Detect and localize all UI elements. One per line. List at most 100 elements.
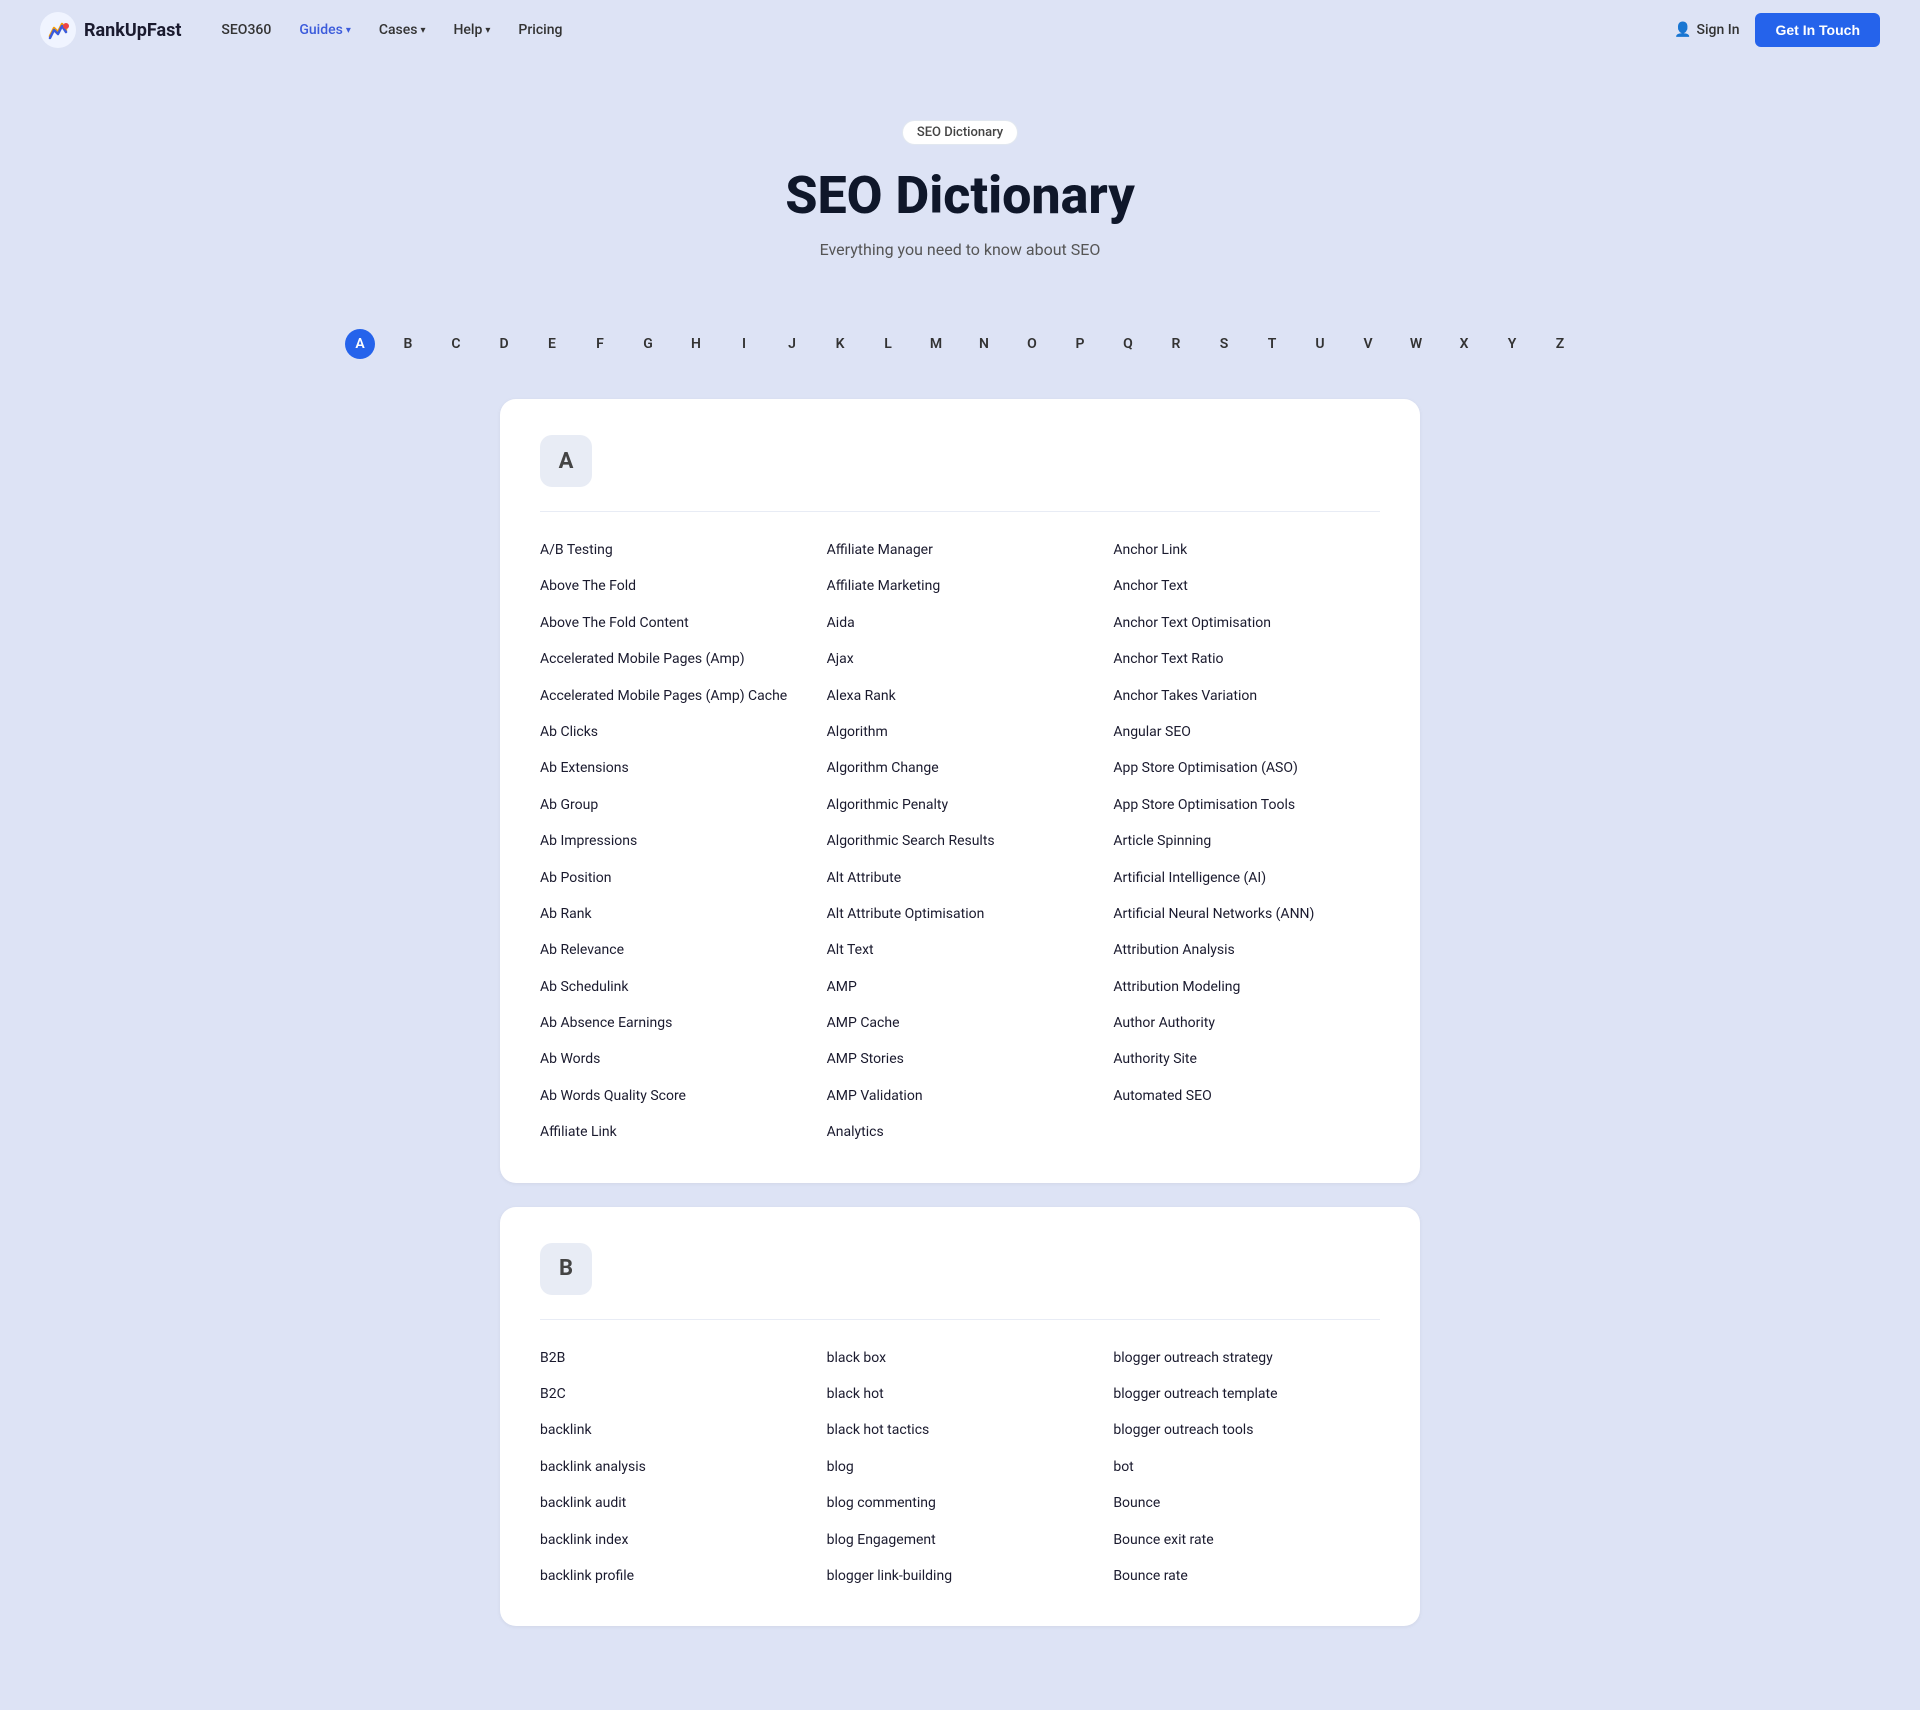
term-link[interactable]: B2C: [540, 1380, 807, 1408]
term-link[interactable]: Affiliate Manager: [827, 536, 1094, 564]
term-link[interactable]: Angular SEO: [1113, 718, 1380, 746]
alpha-letter-o[interactable]: O: [1017, 329, 1047, 359]
alpha-letter-m[interactable]: M: [921, 329, 951, 359]
term-link[interactable]: blogger outreach tools: [1113, 1416, 1380, 1444]
alpha-letter-n[interactable]: N: [969, 329, 999, 359]
term-link[interactable]: Bounce exit rate: [1113, 1526, 1380, 1554]
get-in-touch-button[interactable]: Get In Touch: [1755, 13, 1880, 47]
term-link[interactable]: Algorithm: [827, 718, 1094, 746]
term-link[interactable]: blogger outreach strategy: [1113, 1344, 1380, 1372]
term-link[interactable]: black hot tactics: [827, 1416, 1094, 1444]
nav-seo360[interactable]: SEO360: [221, 22, 271, 38]
term-link[interactable]: Ab Absence Earnings: [540, 1009, 807, 1037]
term-link[interactable]: A/B Testing: [540, 536, 807, 564]
term-link[interactable]: Anchor Text: [1113, 572, 1380, 600]
term-link[interactable]: Anchor Takes Variation: [1113, 682, 1380, 710]
alpha-letter-z[interactable]: Z: [1545, 329, 1575, 359]
alpha-letter-d[interactable]: D: [489, 329, 519, 359]
term-link[interactable]: backlink analysis: [540, 1453, 807, 1481]
nav-guides[interactable]: Guides ▾: [299, 22, 351, 38]
term-link[interactable]: blogger outreach template: [1113, 1380, 1380, 1408]
term-link[interactable]: App Store Optimisation (ASO): [1113, 754, 1380, 782]
term-link[interactable]: Accelerated Mobile Pages (Amp): [540, 645, 807, 673]
term-link[interactable]: Above The Fold: [540, 572, 807, 600]
term-link[interactable]: Attribution Analysis: [1113, 936, 1380, 964]
alpha-letter-q[interactable]: Q: [1113, 329, 1143, 359]
alpha-letter-s[interactable]: S: [1209, 329, 1239, 359]
alpha-letter-v[interactable]: V: [1353, 329, 1383, 359]
term-link[interactable]: Anchor Link: [1113, 536, 1380, 564]
alpha-letter-f[interactable]: F: [585, 329, 615, 359]
term-link[interactable]: Automated SEO: [1113, 1082, 1380, 1110]
term-link[interactable]: Ab Relevance: [540, 936, 807, 964]
nav-cases[interactable]: Cases ▾: [379, 22, 426, 38]
term-link[interactable]: Aida: [827, 609, 1094, 637]
term-link[interactable]: Ab Extensions: [540, 754, 807, 782]
term-link[interactable]: blog commenting: [827, 1489, 1094, 1517]
term-link[interactable]: Algorithm Change: [827, 754, 1094, 782]
term-link[interactable]: Author Authority: [1113, 1009, 1380, 1037]
term-link[interactable]: Accelerated Mobile Pages (Amp) Cache: [540, 682, 807, 710]
term-link[interactable]: Ajax: [827, 645, 1094, 673]
term-link[interactable]: AMP Validation: [827, 1082, 1094, 1110]
sign-in-button[interactable]: 👤 Sign In: [1674, 22, 1739, 38]
term-link[interactable]: AMP Cache: [827, 1009, 1094, 1037]
alpha-letter-t[interactable]: T: [1257, 329, 1287, 359]
term-link[interactable]: Ab Words Quality Score: [540, 1082, 807, 1110]
alpha-letter-g[interactable]: G: [633, 329, 663, 359]
term-link[interactable]: Bounce: [1113, 1489, 1380, 1517]
term-link[interactable]: blog: [827, 1453, 1094, 1481]
term-link[interactable]: Above The Fold Content: [540, 609, 807, 637]
term-link[interactable]: bot: [1113, 1453, 1380, 1481]
term-link[interactable]: B2B: [540, 1344, 807, 1372]
alpha-letter-p[interactable]: P: [1065, 329, 1095, 359]
nav-help[interactable]: Help ▾: [453, 22, 490, 38]
alpha-letter-y[interactable]: Y: [1497, 329, 1527, 359]
term-link[interactable]: backlink audit: [540, 1489, 807, 1517]
term-link[interactable]: Algorithmic Search Results: [827, 827, 1094, 855]
alpha-letter-k[interactable]: K: [825, 329, 855, 359]
term-link[interactable]: Attribution Modeling: [1113, 973, 1380, 1001]
logo[interactable]: RankUpFast: [40, 12, 181, 48]
term-link[interactable]: Anchor Text Ratio: [1113, 645, 1380, 673]
term-link[interactable]: Authority Site: [1113, 1045, 1380, 1073]
term-link[interactable]: Alt Attribute: [827, 864, 1094, 892]
term-link[interactable]: Analytics: [827, 1118, 1094, 1146]
term-link[interactable]: Algorithmic Penalty: [827, 791, 1094, 819]
term-link[interactable]: backlink: [540, 1416, 807, 1444]
alpha-letter-c[interactable]: C: [441, 329, 471, 359]
term-link[interactable]: AMP: [827, 973, 1094, 1001]
term-link[interactable]: backlink profile: [540, 1562, 807, 1590]
term-link[interactable]: Ab Rank: [540, 900, 807, 928]
term-link[interactable]: black hot: [827, 1380, 1094, 1408]
term-link[interactable]: backlink index: [540, 1526, 807, 1554]
alpha-letter-w[interactable]: W: [1401, 329, 1431, 359]
term-link[interactable]: Ab Impressions: [540, 827, 807, 855]
term-link[interactable]: black box: [827, 1344, 1094, 1372]
term-link[interactable]: blog Engagement: [827, 1526, 1094, 1554]
term-link[interactable]: Artificial Neural Networks (ANN): [1113, 900, 1380, 928]
term-link[interactable]: Bounce rate: [1113, 1562, 1380, 1590]
term-link[interactable]: Anchor Text Optimisation: [1113, 609, 1380, 637]
alpha-letter-r[interactable]: R: [1161, 329, 1191, 359]
term-link[interactable]: Article Spinning: [1113, 827, 1380, 855]
term-link[interactable]: Ab Schedulink: [540, 973, 807, 1001]
term-link[interactable]: Artificial Intelligence (AI): [1113, 864, 1380, 892]
alpha-letter-l[interactable]: L: [873, 329, 903, 359]
term-link[interactable]: Ab Group: [540, 791, 807, 819]
term-link[interactable]: Alt Attribute Optimisation: [827, 900, 1094, 928]
alpha-letter-a[interactable]: A: [345, 329, 375, 359]
term-link[interactable]: Alexa Rank: [827, 682, 1094, 710]
alpha-letter-i[interactable]: I: [729, 329, 759, 359]
alpha-letter-u[interactable]: U: [1305, 329, 1335, 359]
term-link[interactable]: AMP Stories: [827, 1045, 1094, 1073]
alpha-letter-e[interactable]: E: [537, 329, 567, 359]
alpha-letter-b[interactable]: B: [393, 329, 423, 359]
term-link[interactable]: Ab Position: [540, 864, 807, 892]
term-link[interactable]: Affiliate Marketing: [827, 572, 1094, 600]
alpha-letter-j[interactable]: J: [777, 329, 807, 359]
term-link[interactable]: Ab Words: [540, 1045, 807, 1073]
term-link[interactable]: blogger link-building: [827, 1562, 1094, 1590]
alpha-letter-x[interactable]: X: [1449, 329, 1479, 359]
alpha-letter-h[interactable]: H: [681, 329, 711, 359]
